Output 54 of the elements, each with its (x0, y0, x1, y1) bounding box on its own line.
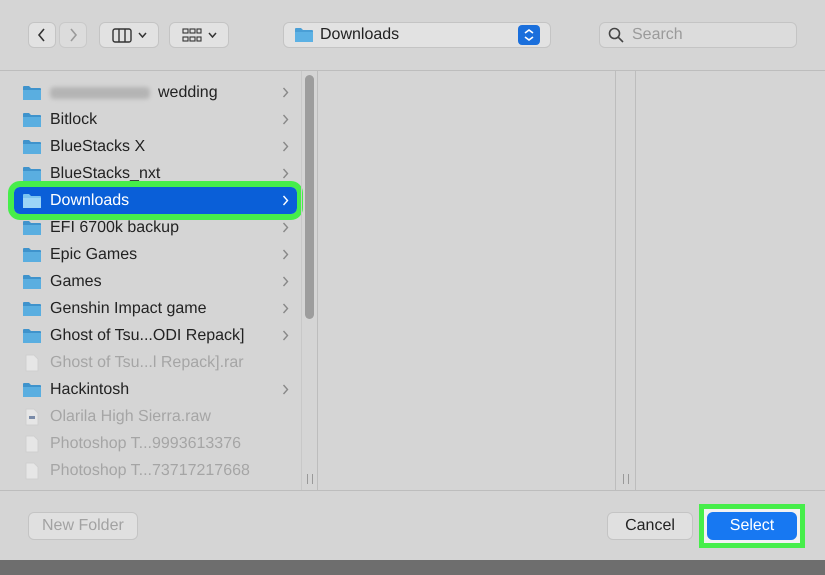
folder-icon (22, 138, 42, 154)
folder-icon (22, 300, 42, 316)
file-list-item[interactable]: Genshin Impact game (14, 295, 297, 322)
chevron-icon (282, 303, 289, 314)
folder-icon (294, 27, 314, 43)
folder-icon (22, 246, 42, 262)
location-popup[interactable]: Downloads (283, 22, 551, 48)
file-list-item[interactable]: Ghost of Tsu...ODI Repack] (14, 322, 297, 349)
folder-icon (22, 274, 42, 290)
location-label: Downloads (320, 25, 400, 45)
forward-chevron-icon (68, 28, 78, 42)
folder-icon (22, 192, 42, 208)
view-mode-button[interactable] (99, 22, 159, 48)
chevron-icon (282, 87, 289, 98)
dialog-button[interactable]: Select (707, 512, 797, 540)
chevron-icon (282, 276, 289, 287)
chevron-icon (282, 141, 289, 152)
search-field[interactable]: Search (599, 22, 797, 48)
grid-icon (182, 28, 202, 42)
file-list-item[interactable]: Downloads (14, 187, 297, 214)
columns-icon (112, 28, 132, 42)
chevron-icon (282, 195, 289, 206)
resize-handle[interactable] (622, 474, 628, 484)
folder-icon (22, 84, 42, 100)
chevron-icon (282, 330, 289, 341)
updown-icon (518, 25, 540, 45)
file-list-item[interactable]: Epic Games (14, 241, 297, 268)
folder-icon (22, 220, 42, 236)
scrollbar-thumb[interactable] (305, 75, 314, 319)
chevron-icon (282, 168, 289, 179)
folder-icon (22, 166, 42, 182)
back-button[interactable] (28, 22, 56, 48)
chevron-icon (282, 384, 289, 395)
back-chevron-icon (37, 28, 47, 42)
disk-image-icon (25, 408, 39, 426)
folder-icon (22, 382, 42, 398)
search-icon (608, 27, 624, 43)
dropdown-caret-icon (138, 32, 146, 38)
chevron-icon (282, 222, 289, 233)
file-list-item[interactable]: BlueStacks_nxt (14, 160, 297, 187)
file-list-item[interactable]: Hackintosh (14, 376, 297, 403)
file-list-item[interactable]: Games (14, 268, 297, 295)
file-list-item[interactable]: wedding (14, 79, 297, 106)
chevron-icon (282, 114, 289, 125)
folder-icon (22, 112, 42, 128)
chevron-icon (282, 249, 289, 260)
resize-handle[interactable] (306, 474, 312, 484)
folder-icon (22, 328, 42, 344)
file-list-item[interactable]: EFI 6700k backup (14, 214, 297, 241)
file-list-item[interactable]: BlueStacks X (14, 133, 297, 160)
dropdown-caret-icon (208, 32, 216, 38)
file-list-item[interactable]: Bitlock (14, 106, 297, 133)
dialog-button[interactable]: Cancel (607, 512, 693, 540)
group-button[interactable] (169, 22, 229, 48)
